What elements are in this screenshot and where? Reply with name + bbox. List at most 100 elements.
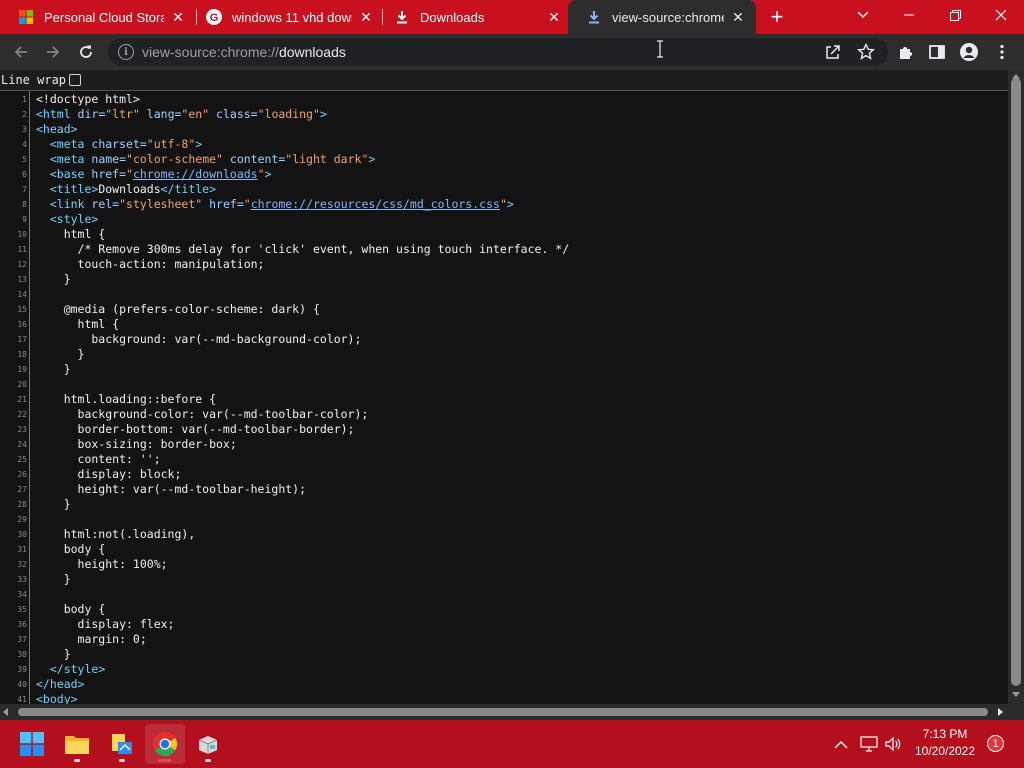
source-token: "color-scheme"	[126, 152, 223, 166]
source-token: margin: 0;	[36, 632, 147, 646]
line-number: 17	[17, 335, 27, 344]
forward-button[interactable]	[40, 39, 66, 65]
line-number: 8	[22, 200, 27, 209]
close-window-button[interactable]	[978, 0, 1024, 30]
line-number: 6	[22, 170, 27, 179]
notification-badge[interactable]: 1	[987, 735, 1004, 752]
source-line: 35 body {	[17, 602, 1008, 617]
windows-start-icon[interactable]	[12, 724, 52, 764]
line-number: 36	[17, 620, 27, 629]
source-line: 36 display: flex;	[17, 617, 1008, 632]
source-line: 18 }	[17, 347, 1008, 362]
reload-button[interactable]	[73, 39, 99, 65]
menu-kebab-icon[interactable]	[991, 41, 1013, 63]
source-token: "ltr"	[105, 107, 140, 121]
source-token: </title>	[160, 182, 217, 196]
file-explorer-alt-icon[interactable]	[102, 724, 142, 764]
line-number: 32	[17, 560, 27, 569]
line-number: 41	[17, 695, 27, 704]
source-link[interactable]: chrome://downloads	[133, 167, 258, 181]
horizontal-scroll-thumb[interactable]	[18, 708, 988, 716]
minimize-button[interactable]	[886, 0, 932, 30]
running-indicator	[158, 759, 172, 762]
source-token: html {	[36, 227, 106, 241]
source-token	[36, 197, 50, 211]
tab-windows-11-vhd[interactable]: G windows 11 vhd downl ✕	[188, 0, 384, 34]
source-token: /* Remove 300ms delay for 'click' event,…	[36, 242, 570, 256]
show-hidden-icons-chevron-icon[interactable]	[831, 734, 851, 754]
site-info-icon[interactable]: i	[118, 44, 134, 60]
tab-search-chevron-icon[interactable]	[840, 0, 886, 30]
back-button[interactable]	[8, 39, 34, 65]
line-number: 33	[17, 575, 27, 584]
source-token: }	[36, 647, 71, 661]
package-icon[interactable]	[188, 724, 228, 764]
source-token: dir=	[77, 107, 106, 121]
share-icon[interactable]	[822, 41, 844, 63]
source-token: @media (prefers-color-scheme: dark) {	[36, 302, 320, 316]
scroll-down-arrow-icon[interactable]	[1012, 692, 1020, 697]
restore-button[interactable]	[932, 0, 978, 30]
tab-strip: Personal Cloud Storage ✕ G windows 11 vh…	[0, 0, 1024, 34]
line-number: 22	[17, 410, 27, 419]
source-token: <meta	[49, 137, 92, 151]
source-link[interactable]: chrome://resources/css/md_colors.css	[251, 197, 500, 211]
source-token: <html	[36, 107, 78, 121]
download-icon	[394, 9, 410, 25]
source-line: 20	[17, 377, 1008, 392]
close-tab-icon[interactable]: ✕	[358, 9, 374, 25]
line-number: 12	[17, 260, 27, 269]
close-tab-icon[interactable]: ✕	[546, 9, 562, 25]
source-token: "loading"	[257, 107, 320, 121]
file-explorer-icon[interactable]	[57, 724, 97, 764]
line-number: 14	[17, 290, 27, 299]
source-token	[36, 137, 50, 151]
system-clock[interactable]: 7:13 PM 10/20/2022	[906, 726, 984, 760]
vertical-scrollbar[interactable]	[1008, 70, 1024, 704]
tab-personal-cloud-storage[interactable]: Personal Cloud Storage ✕	[0, 0, 196, 34]
source-token: }	[36, 347, 85, 361]
source-token: "	[126, 167, 133, 181]
extensions-puzzle-icon[interactable]	[895, 41, 917, 63]
tab-view-source[interactable]: view-source:chrome://d ✕	[568, 0, 756, 34]
running-indicator	[205, 759, 211, 762]
google-icon: G	[206, 9, 222, 25]
source-token: </style>	[49, 662, 106, 676]
running-indicator	[74, 759, 80, 762]
volume-icon[interactable]	[883, 734, 903, 754]
source-line: 14	[17, 287, 1008, 302]
source-line: 33 }	[17, 572, 1008, 587]
tab-downloads[interactable]: Downloads ✕	[376, 0, 572, 34]
scroll-left-arrow-icon[interactable]	[3, 708, 9, 716]
address-url[interactable]: view-source:chrome://downloads	[142, 44, 346, 60]
source-token: }	[36, 362, 71, 376]
browser-toolbar: i view-source:chrome://downloads	[0, 34, 1024, 70]
source-token: <style>	[49, 212, 99, 226]
chrome-icon[interactable]	[145, 724, 185, 764]
side-panel-icon[interactable]	[926, 41, 948, 63]
source-token: html:not(.loading),	[36, 527, 196, 541]
horizontal-scrollbar[interactable]	[0, 704, 1008, 720]
source-line: 21 html.loading::before {	[17, 392, 1008, 407]
source-token: name=	[91, 152, 127, 166]
source-token	[36, 182, 50, 196]
source-line: 39 </style>	[17, 662, 1008, 677]
close-tab-icon[interactable]: ✕	[170, 9, 186, 25]
source-token: </head>	[36, 677, 85, 691]
source-view[interactable]: 1 <!doctype html> 2 <html dir="ltr" lang="e…	[0, 90, 1008, 704]
network-icon[interactable]	[859, 734, 879, 754]
scroll-right-arrow-icon[interactable]	[997, 708, 1003, 716]
source-line: 16 html {	[17, 317, 1008, 332]
source-token: touch-action: manipulation;	[36, 257, 265, 271]
close-tab-icon[interactable]: ✕	[730, 9, 746, 25]
line-number: 1	[22, 95, 27, 104]
vertical-scroll-thumb[interactable]	[1011, 78, 1021, 686]
address-bar[interactable]: i view-source:chrome://downloads	[108, 38, 888, 66]
line-wrap-checkbox[interactable]	[69, 74, 82, 86]
profile-avatar-icon[interactable]	[958, 41, 980, 63]
line-number: 10	[17, 230, 27, 239]
line-number: 34	[17, 590, 27, 599]
source-token: Downloads	[98, 182, 161, 196]
bookmark-star-icon[interactable]	[855, 41, 877, 63]
new-tab-button[interactable]: +	[764, 4, 790, 29]
